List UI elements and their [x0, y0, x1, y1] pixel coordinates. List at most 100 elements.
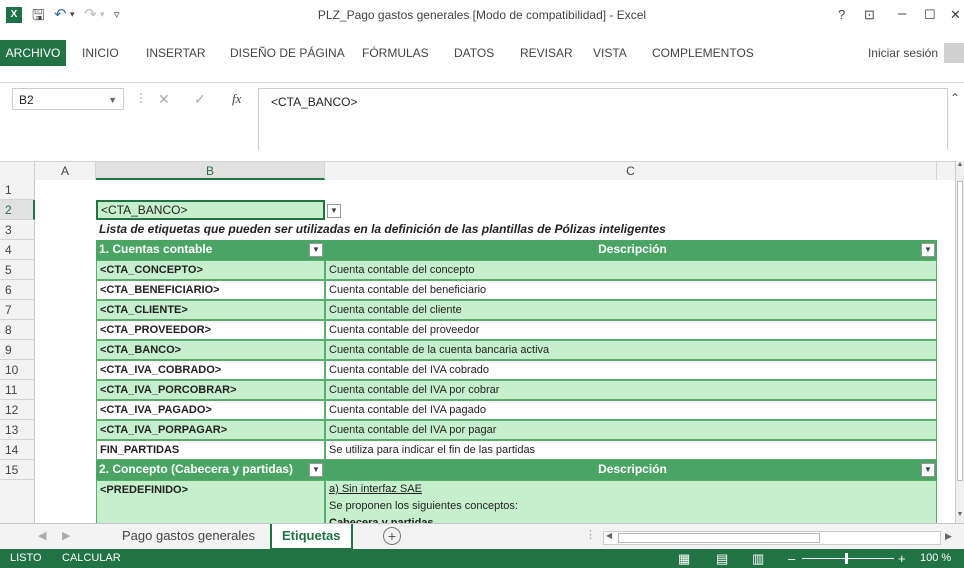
tag-cell[interactable]: <CTA_IVA_COBRADO>	[96, 360, 325, 380]
row-header[interactable]: 13	[0, 420, 35, 440]
tag-cell[interactable]: <CTA_IVA_PAGADO>	[96, 400, 325, 420]
insert-function-button[interactable]: fx	[232, 91, 241, 107]
column-header-a[interactable]: A	[35, 162, 96, 180]
name-box[interactable]: B2 ▼	[12, 88, 124, 110]
tag-cell[interactable]: <CTA_CONCEPTO>	[96, 260, 325, 280]
row-header[interactable]: 12	[0, 400, 35, 420]
tag-cell[interactable]: <CTA_PROVEEDOR>	[96, 320, 325, 340]
column-header-b[interactable]: B	[96, 162, 325, 180]
tab-insertar[interactable]: INSERTAR	[146, 40, 206, 66]
ribbon-display-icon[interactable]: ⊡	[864, 7, 875, 23]
redo-dropdown-icon[interactable]: ▾	[100, 9, 105, 20]
desc-cell[interactable]: Cuenta contable del IVA cobrado	[325, 360, 937, 380]
row-header[interactable]: 4	[0, 240, 35, 260]
desc-cell[interactable]: Cuenta contable del beneficiario	[325, 280, 937, 300]
maximize-button[interactable]: ☐	[924, 7, 936, 23]
filter-dropdown-icon[interactable]: ▼	[309, 463, 323, 477]
desc-cell[interactable]: Cuenta contable del IVA por pagar	[325, 420, 937, 440]
tab-formulas[interactable]: FÓRMULAS	[362, 40, 429, 66]
scroll-thumb[interactable]	[957, 181, 963, 481]
row-header[interactable]: 9	[0, 340, 35, 360]
row-header[interactable]: 8	[0, 320, 35, 340]
cancel-icon[interactable]: ✕	[158, 91, 170, 108]
tag-cell[interactable]: <CTA_BENEFICIARIO>	[96, 280, 325, 300]
scroll-left-icon[interactable]: ◀	[606, 531, 612, 540]
select-all-corner[interactable]	[0, 162, 35, 180]
scroll-up-icon[interactable]: ▲	[956, 161, 964, 173]
customize-toolbar-icon[interactable]: ▿	[114, 8, 120, 21]
normal-view-icon[interactable]: ▦	[678, 549, 690, 568]
row-header[interactable]: 1	[0, 180, 35, 200]
desc-cell[interactable]: Cuenta contable del proveedor	[325, 320, 937, 340]
collapse-formula-icon[interactable]: ⌃	[950, 91, 960, 105]
hscroll-thumb[interactable]	[618, 533, 820, 543]
page-layout-icon[interactable]: ▤	[716, 549, 728, 568]
desc-cell-multiline[interactable]: a) Sin interfaz SAE Se proponen los sigu…	[325, 480, 937, 523]
row-header[interactable]: 7	[0, 300, 35, 320]
desc-cell[interactable]: Cuenta contable de la cuenta bancaria ac…	[325, 340, 937, 360]
validation-dropdown-icon[interactable]: ▼	[327, 204, 341, 218]
tag-cell[interactable]: <CTA_IVA_PORPAGAR>	[96, 420, 325, 440]
zoom-level[interactable]: 100 %	[920, 549, 951, 568]
undo-icon[interactable]: ↶	[54, 5, 67, 23]
undo-dropdown-icon[interactable]: ▾	[70, 9, 75, 20]
help-button[interactable]: ?	[838, 7, 845, 22]
row-header[interactable]: 14	[0, 440, 35, 460]
save-icon[interactable]: 🖫	[32, 5, 45, 30]
scroll-right-icon[interactable]: ▶	[945, 531, 952, 542]
tag-cell[interactable]: <CTA_BANCO>	[96, 340, 325, 360]
row-header[interactable]: 2	[0, 200, 35, 220]
redo-icon[interactable]: ↷	[84, 5, 97, 23]
row-header[interactable]: 5	[0, 260, 35, 280]
filter-dropdown-icon[interactable]: ▼	[309, 243, 323, 257]
filter-dropdown-icon[interactable]: ▼	[921, 243, 935, 257]
page-break-icon[interactable]: ▥	[752, 549, 764, 568]
tab-complementos[interactable]: COMPLEMENTOS	[652, 40, 754, 66]
signin-link[interactable]: Iniciar sesión	[868, 40, 938, 66]
close-button[interactable]: ✕	[950, 7, 961, 23]
tag-cell[interactable]: <CTA_CLIENTE>	[96, 300, 325, 320]
minimize-button[interactable]: –	[898, 5, 906, 22]
scroll-down-icon[interactable]: ▼	[956, 511, 964, 523]
row-header[interactable]: 10	[0, 360, 35, 380]
zoom-out-icon[interactable]: –	[788, 549, 795, 568]
tab-inicio[interactable]: INICIO	[82, 40, 119, 66]
tab-archivo[interactable]: ARCHIVO	[0, 40, 66, 66]
add-sheet-icon[interactable]: +	[383, 527, 401, 545]
prev-sheet-icon[interactable]: ◀	[38, 529, 46, 542]
next-sheet-icon[interactable]: ▶	[62, 529, 70, 542]
tag-cell[interactable]: <PREDEFINIDO>	[96, 480, 325, 523]
desc-cell[interactable]: Cuenta contable del IVA pagado	[325, 400, 937, 420]
tab-split-grip-icon[interactable]: ⋮	[585, 528, 596, 541]
tab-diseno-pagina[interactable]: DISEÑO DE PÁGINA	[230, 40, 345, 66]
tab-vista[interactable]: VISTA	[593, 40, 627, 66]
sheet-tab-pago[interactable]: Pago gastos generales	[112, 524, 265, 548]
chevron-down-icon[interactable]: ▼	[108, 89, 117, 111]
avatar[interactable]	[944, 43, 964, 63]
tag-cell[interactable]: FIN_PARTIDAS	[96, 440, 325, 460]
enter-icon[interactable]: ✓	[194, 91, 206, 108]
column-header-c[interactable]: C	[325, 162, 937, 180]
zoom-in-icon[interactable]: +	[898, 549, 906, 568]
horizontal-scrollbar[interactable]: ◀	[603, 531, 941, 545]
filter-dropdown-icon[interactable]: ▼	[921, 463, 935, 477]
sheet-tab-etiquetas[interactable]: Etiquetas	[270, 524, 353, 550]
row-header[interactable]: 11	[0, 380, 35, 400]
desc-cell[interactable]: Cuenta contable del cliente	[325, 300, 937, 320]
formula-input[interactable]: <CTA_BANCO>	[258, 88, 948, 150]
tab-datos[interactable]: DATOS	[454, 40, 494, 66]
vertical-scrollbar[interactable]: ▲ ▼	[955, 161, 964, 523]
row-header[interactable]: 15	[0, 460, 35, 480]
row-header[interactable]: 3	[0, 220, 35, 240]
cell-b2[interactable]: <CTA_BANCO>	[96, 200, 325, 220]
desc-cell[interactable]: Cuenta contable del concepto	[325, 260, 937, 280]
row-header[interactable]: 6	[0, 280, 35, 300]
tab-revisar[interactable]: REVISAR	[520, 40, 573, 66]
desc-cell[interactable]: Se utiliza para indicar el fin de las pa…	[325, 440, 937, 460]
tag-cell[interactable]: <CTA_IVA_PORCOBRAR>	[96, 380, 325, 400]
worksheet-grid[interactable]: <CTA_BANCO> ▼ Lista de etiquetas que pue…	[35, 180, 956, 523]
zoom-slider[interactable]	[802, 558, 894, 559]
desc-cell[interactable]: Cuenta contable del IVA por cobrar	[325, 380, 937, 400]
zoom-slider-thumb[interactable]	[845, 553, 848, 564]
status-calculate[interactable]: CALCULAR	[62, 549, 121, 568]
